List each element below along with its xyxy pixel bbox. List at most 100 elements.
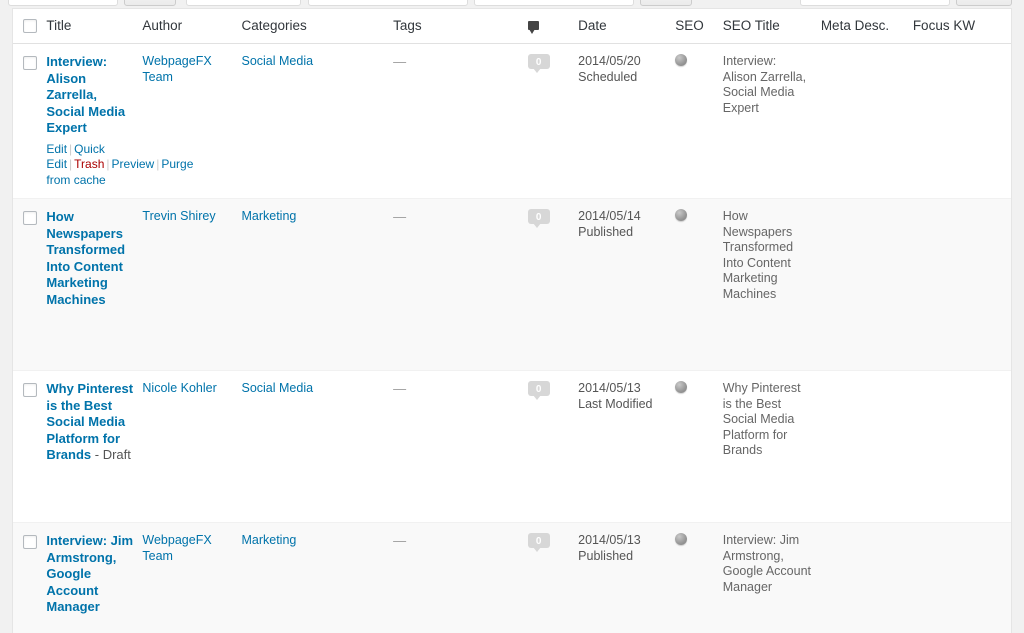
table-row: How Newspapers Transformed Into Content … [13, 198, 1011, 371]
search-button[interactable] [956, 0, 1012, 6]
author-cell: WebpageFX Team [142, 43, 242, 199]
post-date-status: Last Modified [578, 396, 653, 411]
category-link[interactable]: Social Media [241, 54, 313, 68]
column-header-author: Author [142, 9, 242, 44]
comment-count: 0 [535, 57, 542, 68]
seo-title-text: Interview: Jim Armstrong, Google Account… [722, 533, 811, 594]
bulk-actions-select[interactable] [8, 0, 118, 6]
seo-filter-select[interactable] [474, 0, 634, 6]
tags-cell: — [393, 522, 528, 633]
table-header: Title Author Categories Tags Date SEO SE… [13, 9, 1011, 44]
seo-title-cell: Why Pinterest is the Best Social Media P… [722, 370, 821, 523]
comment-count: 0 [535, 536, 542, 547]
post-date: 2014/05/14 [578, 209, 641, 223]
column-header-title[interactable]: Title [46, 9, 143, 44]
column-header-date[interactable]: Date [578, 9, 676, 44]
comments-cell: 0 [527, 522, 579, 633]
row-select-cell [13, 43, 47, 199]
seo-status-icon [675, 54, 688, 66]
meta-desc-cell [820, 370, 913, 523]
post-date: 2014/05/13 [578, 381, 641, 395]
seo-score-cell [675, 43, 723, 199]
date-filter-select[interactable] [186, 0, 301, 6]
table-row: Why Pinterest is the Best Social Media P… [13, 370, 1011, 523]
row-checkbox[interactable] [23, 535, 37, 549]
comment-count: 0 [535, 384, 542, 395]
table-body: Interview: Alison Zarrella, Social Media… [13, 43, 1011, 633]
meta-desc-cell [820, 522, 913, 633]
author-link[interactable]: WebpageFX Team [142, 533, 211, 563]
select-all-header [13, 9, 47, 44]
seo-title-text: Interview: Alison Zarrella, Social Media… [722, 54, 807, 115]
meta-desc-cell [820, 43, 913, 199]
category-link[interactable]: Marketing [241, 209, 296, 223]
seo-title-cell: Interview: Jim Armstrong, Google Account… [722, 522, 821, 633]
categories-cell: Marketing [241, 198, 394, 371]
table-row: Interview: Alison Zarrella, Social Media… [13, 43, 1011, 199]
title-cell: Interview: Alison Zarrella, Social Media… [46, 43, 193, 199]
author-link[interactable]: Nicole Kohler [142, 381, 216, 395]
seo-title-cell: Interview: Alison Zarrella, Social Media… [722, 43, 821, 199]
column-header-tags: Tags [393, 9, 528, 44]
author-link[interactable]: WebpageFX Team [142, 54, 211, 84]
seo-status-icon [675, 533, 688, 545]
row-select-cell [13, 370, 47, 523]
categories-cell: Marketing [241, 522, 394, 633]
tags-cell: — [393, 370, 528, 523]
categories-cell: Social Media [241, 43, 394, 199]
column-header-meta-desc: Meta Desc. [820, 9, 913, 44]
row-checkbox[interactable] [23, 211, 37, 225]
comment-count-bubble[interactable]: 0 [527, 381, 550, 400]
filter-bar [0, 0, 1024, 8]
row-actions: Edit | Quick Edit | Trash | Preview | Purge from… [46, 142, 193, 189]
row-select-cell [13, 522, 47, 633]
search-input[interactable] [800, 0, 950, 6]
seo-score-cell [675, 198, 723, 371]
date-cell: 2014/05/13 Last Modified [578, 370, 676, 523]
column-header-seo: SEO [675, 9, 723, 44]
focus-kw-cell [912, 43, 1011, 199]
post-title-link[interactable]: Interview: Alison Zarrella, Social Media… [46, 54, 125, 135]
post-title-link[interactable]: How Newspapers Transformed Into Content … [46, 209, 125, 307]
action-separator: | [106, 157, 110, 171]
tags-empty: — [393, 533, 407, 548]
preview-link[interactable]: Preview [112, 157, 155, 171]
comment-count-bubble[interactable]: 0 [527, 533, 550, 552]
select-all-checkbox[interactable] [23, 19, 37, 33]
comment-count-bubble[interactable]: 0 [527, 54, 550, 73]
row-checkbox[interactable] [23, 383, 37, 397]
category-link[interactable]: Social Media [241, 381, 313, 395]
edit-link[interactable]: Edit [46, 142, 67, 156]
apply-button[interactable] [124, 0, 176, 6]
comment-bubble-icon [527, 21, 539, 34]
focus-kw-cell [912, 370, 1011, 523]
seo-title-text: Why Pinterest is the Best Social Media P… [722, 381, 801, 457]
date-cell: 2014/05/14 Published [578, 198, 676, 371]
column-header-seo-title: SEO Title [722, 9, 821, 44]
header-row: Title Author Categories Tags Date SEO SE… [13, 9, 1011, 44]
post-title-link[interactable]: Interview: Jim Armstrong, Google Account… [46, 533, 133, 614]
author-link[interactable]: Trevin Shirey [142, 209, 215, 223]
author-cell: WebpageFX Team [142, 522, 242, 633]
focus-kw-cell [912, 198, 1011, 371]
categories-cell: Social Media [241, 370, 394, 523]
table-row: Interview: Jim Armstrong, Google Account… [13, 522, 1011, 633]
tags-cell: — [393, 198, 528, 371]
seo-score-cell [675, 522, 723, 633]
seo-status-icon [675, 209, 688, 221]
comment-count-bubble[interactable]: 0 [527, 209, 550, 228]
author-cell: Trevin Shirey [142, 198, 242, 371]
title-cell: Why Pinterest is the Best Social Media P… [46, 370, 143, 523]
post-date: 2014/05/13 [578, 533, 641, 547]
column-header-comments[interactable] [527, 9, 579, 44]
trash-link[interactable]: Trash [74, 157, 104, 171]
tags-empty: — [393, 54, 407, 69]
post-date-status: Published [578, 224, 634, 239]
filter-button[interactable] [640, 0, 692, 6]
category-filter-select[interactable] [308, 0, 468, 6]
row-checkbox[interactable] [23, 56, 37, 70]
date-cell: 2014/05/13 Published [578, 522, 676, 633]
category-link[interactable]: Marketing [241, 533, 296, 547]
post-date: 2014/05/20 [578, 54, 641, 68]
seo-score-cell [675, 370, 723, 523]
